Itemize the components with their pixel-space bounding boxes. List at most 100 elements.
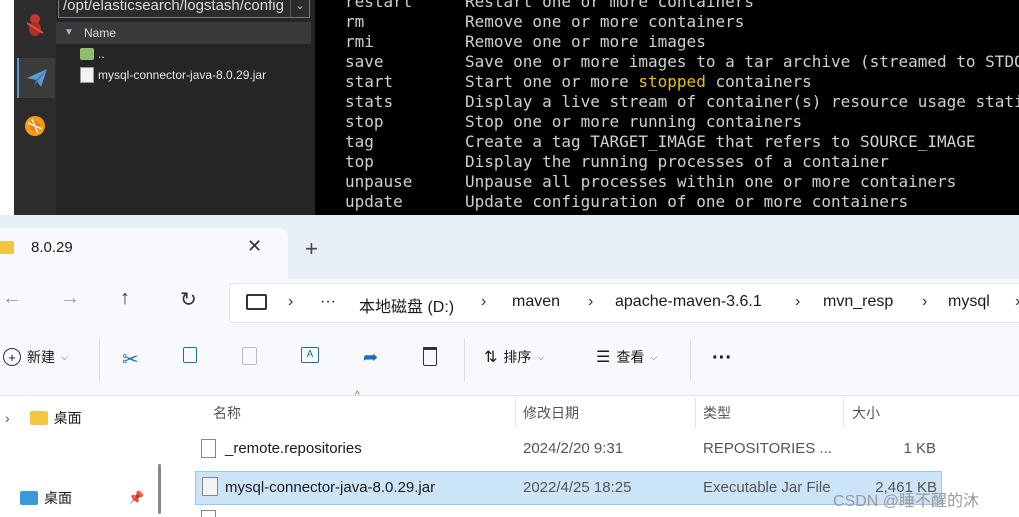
more-options-icon[interactable]: ··· — [712, 347, 732, 370]
toolbar-divider — [464, 339, 465, 381]
terminal-highlight: stopped — [638, 72, 706, 91]
sftp-item-label: mysql-connector-java-8.0.29.jar — [98, 68, 267, 82]
view-list-icon: ☰ — [596, 349, 611, 366]
close-icon[interactable]: ✕ — [247, 236, 262, 257]
nav-item-desktop-pinned[interactable]: 桌面 📌 — [20, 488, 144, 508]
terminal-command: unpause — [345, 172, 413, 191]
watermark: CSDN @睡不醒的沐 — [833, 493, 980, 510]
column-divider[interactable] — [515, 398, 516, 428]
jar-file-icon — [80, 67, 94, 83]
refresh-icon[interactable]: ↻ — [180, 287, 197, 312]
terminal-description: Display a live stream of container(s) re… — [465, 92, 1019, 111]
terminal-description-part: Start one or more — [465, 72, 639, 91]
rename-icon[interactable]: A — [301, 347, 319, 363]
file-row[interactable]: _remote.repositories 2024/2/20 9:31 REPO… — [195, 433, 940, 465]
new-button[interactable]: + 新建 ⌵ — [3, 347, 68, 367]
sftp-header-name: Name — [84, 26, 117, 40]
address-bar[interactable]: › ··· 本地磁盘 (D:) › maven › apache-maven-3… — [229, 283, 1019, 323]
triangle-down-icon: ▼ — [64, 27, 74, 38]
chevron-down-icon: ⌵ — [537, 351, 545, 362]
terminal-command: restart — [345, 0, 413, 11]
forward-arrow-icon[interactable]: → — [60, 287, 80, 310]
back-arrow-icon[interactable]: ← — [2, 287, 22, 310]
desktop-icon — [20, 491, 38, 505]
up-arrow-icon[interactable]: ↑ — [120, 287, 130, 310]
column-divider[interactable] — [695, 398, 696, 428]
breadcrumb-item[interactable]: mysql — [948, 293, 990, 311]
column-header-type[interactable]: 类型 — [703, 403, 731, 423]
overflow-dots-icon[interactable]: ··· — [320, 293, 336, 311]
terminal-description: Create a tag TARGET_IMAGE that refers to… — [465, 132, 976, 151]
sftp-pane: /opt/elasticsearch/logstash/config ⌄ ▼ N… — [0, 0, 315, 215]
scrollbar[interactable] — [158, 464, 161, 514]
view-button-label: 查看 — [616, 349, 645, 365]
toolbar-divider — [690, 339, 691, 381]
terminal-command: stop — [345, 112, 384, 131]
sftp-item-label: .. — [98, 47, 105, 61]
ant-icon[interactable] — [17, 4, 53, 44]
sftp-column-header[interactable]: ▼ Name — [56, 22, 311, 44]
share-icon[interactable]: ➦ — [363, 347, 378, 368]
column-header-date[interactable]: 修改日期 — [523, 403, 579, 423]
terminal-description: Remove one or more containers — [465, 12, 745, 31]
file-type: REPOSITORIES ... — [703, 440, 832, 457]
terminal-description: Remove one or more images — [465, 32, 706, 51]
plus-icon[interactable]: + — [305, 236, 318, 262]
chevron-right-icon[interactable]: › — [1015, 293, 1019, 311]
orange-app-icon[interactable] — [17, 106, 53, 146]
terminal-command: top — [345, 152, 374, 171]
file-name: _remote.repositories — [225, 440, 362, 457]
jar-file-icon — [202, 477, 218, 496]
breadcrumb-item[interactable]: maven — [512, 293, 560, 311]
terminal-command: save — [345, 52, 384, 71]
file-icon — [201, 510, 216, 517]
view-button[interactable]: ☰ 查看 ⌵ — [596, 347, 657, 367]
column-header-size[interactable]: 大小 — [852, 403, 880, 423]
column-header-name[interactable]: 名称 — [213, 403, 241, 423]
chevron-right-icon[interactable]: › — [5, 410, 10, 426]
paste-icon[interactable] — [242, 347, 257, 365]
chevron-down-icon: ⌵ — [650, 351, 658, 362]
new-button-label: 新建 — [27, 349, 55, 365]
sftp-path-input[interactable]: /opt/elasticsearch/logstash/config ⌄ — [58, 0, 310, 18]
sftp-item-parent[interactable]: .. — [80, 47, 105, 61]
column-divider[interactable] — [843, 398, 844, 428]
breadcrumb-item[interactable]: 本地磁盘 (D:) — [359, 293, 454, 317]
monitor-icon[interactable] — [246, 294, 267, 310]
terminal[interactable]: restart Restart one or more containers rm… — [315, 0, 1019, 215]
sort-button[interactable]: ⇅ 排序 ⌵ — [484, 347, 544, 367]
delete-icon[interactable] — [423, 347, 437, 366]
terminal-description: Display the running processes of a conta… — [465, 152, 889, 171]
tab-current-folder[interactable]: 8.0.29 ✕ — [0, 228, 288, 279]
terminal-description: Update configuration of one or more cont… — [465, 192, 909, 211]
copy-icon[interactable] — [183, 347, 197, 363]
nav-item-label: 桌面 — [53, 410, 82, 426]
chevron-right-icon[interactable]: › — [288, 293, 293, 311]
breadcrumb-item[interactable]: mvn_resp — [823, 293, 893, 311]
send-icon[interactable] — [17, 58, 55, 98]
file-date: 2024/2/20 9:31 — [523, 440, 624, 457]
terminal-command: stats — [345, 92, 394, 111]
terminal-description: Start one or more stopped containers — [465, 72, 812, 91]
sftp-icon-bar — [14, 0, 56, 215]
cut-icon[interactable]: ✂ — [122, 347, 139, 372]
file-date: 2022/4/25 18:25 — [523, 479, 632, 496]
navigation-bar: ← → ↑ ↻ › ··· 本地磁盘 (D:) › maven › apache… — [0, 279, 1019, 325]
breadcrumb-item[interactable]: apache-maven-3.6.1 — [615, 293, 762, 311]
chevron-down-icon[interactable]: ⌄ — [290, 0, 309, 17]
terminal-description: Stop one or more running containers — [465, 112, 803, 131]
terminal-command: rm — [345, 12, 365, 31]
nav-item-desktop[interactable]: › 桌面 — [5, 408, 82, 428]
nav-item-label: 桌面 — [44, 490, 72, 506]
folder-icon — [29, 411, 48, 425]
pin-icon[interactable]: 📌 — [128, 490, 144, 506]
chevron-right-icon[interactable]: › — [795, 293, 800, 311]
sort-icon: ⇅ — [484, 349, 498, 366]
tab-title: 8.0.29 — [31, 239, 73, 256]
chevron-right-icon[interactable]: › — [922, 293, 927, 311]
sftp-item-jar[interactable]: mysql-connector-java-8.0.29.jar — [80, 67, 266, 83]
file-row-selected[interactable]: mysql-connector-java-8.0.29.jar 2022/4/2… — [195, 471, 942, 505]
window-edge — [0, 0, 14, 215]
chevron-right-icon[interactable]: › — [481, 293, 486, 311]
chevron-right-icon[interactable]: › — [588, 293, 593, 311]
